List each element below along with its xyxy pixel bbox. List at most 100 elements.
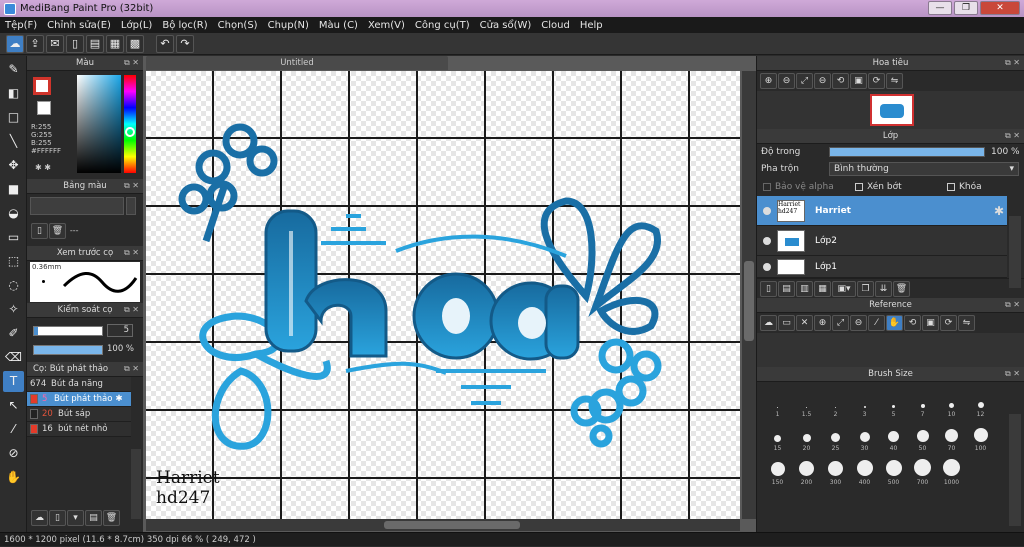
menu-window[interactable]: Cửa sổ(W) [475,20,537,31]
brush-size-cell[interactable]: 400 [850,454,879,486]
share-icon[interactable]: ⇪ [26,34,44,53]
rotate-right-icon[interactable]: ⟳ [940,315,957,331]
brush-size-cell[interactable]: 150 [763,454,792,486]
brush-size-cell[interactable]: 300 [821,454,850,486]
cloud-icon[interactable]: ☁ [6,34,24,53]
brush-item-selected[interactable]: 5 Bút phát thảo ✱ [27,392,131,407]
lasso-tool-icon[interactable]: ◌ [3,275,24,296]
new-1bit-layer-icon[interactable]: ▦ [814,281,831,297]
cloud-icon[interactable]: ☁ [760,315,777,331]
duplicate-layer-icon[interactable]: ❐ [857,281,874,297]
document-tab[interactable]: Untitled [146,56,448,70]
brush-size-cell[interactable]: 10 [937,386,966,418]
layer-item-lop2[interactable]: Lớp2 [757,226,1007,256]
navigator-preview[interactable] [757,91,1024,129]
brush-size-cell[interactable]: 3 [850,386,879,418]
brush-size-cell[interactable]: 1.5 [792,386,821,418]
menu-view[interactable]: Xem(V) [363,20,410,31]
bucket-tool-icon[interactable]: ◒ [3,203,24,224]
brush-list-scrollbar[interactable] [131,449,141,519]
menu-filter[interactable]: Bộ lọc(R) [157,20,212,31]
brush-size-cell[interactable]: 15 [763,420,792,452]
visibility-icon[interactable] [763,236,771,245]
flip-icon[interactable]: ⇋ [958,315,975,331]
minimize-button[interactable]: — [928,1,952,15]
brush-size-cell[interactable]: 20 [792,420,821,452]
brush-menu-icon[interactable]: ▾ [67,510,84,526]
zoom-out-icon[interactable]: ⊖ [850,315,867,331]
brush-size-slider[interactable] [33,326,103,336]
zoom-in-icon[interactable]: ⊕ [760,73,777,89]
eyedropper-icon[interactable]: ⁄ [868,315,885,331]
page-icon[interactable]: ▯ [66,34,84,53]
layer-item-harriet[interactable]: Harriet hd247 Harriet ✱ [757,196,1007,226]
background-color-swatch[interactable] [37,101,51,115]
hue-slider[interactable] [124,75,136,173]
delete-palette-icon[interactable]: 🗑 [49,223,66,239]
brush-size-value[interactable]: 5 [107,324,133,337]
brush-size-cell[interactable]: 40 [879,420,908,452]
panel-options-icon[interactable]: ⧉ ✕ [1005,58,1020,68]
brush-size-cell[interactable]: 200 [792,454,821,486]
layer-list-scrollbar[interactable] [1009,216,1021,288]
new-layer-icon[interactable]: ▯ [760,281,777,297]
rotate-right-icon[interactable]: ⟳ [868,73,885,89]
brush-size-cell[interactable]: 25 [821,420,850,452]
text-tool-icon[interactable]: T [3,371,24,392]
reference-view[interactable] [757,333,1024,367]
rotate-icon[interactable]: ⟲ [832,73,849,89]
fit-icon[interactable]: ⤢ [832,315,849,331]
canvas-vertical-scrollbar[interactable] [742,71,756,519]
actual-size-icon[interactable]: ▣ [922,315,939,331]
menu-color[interactable]: Màu (C) [314,20,363,31]
hue-handle[interactable] [125,127,135,137]
panel-options-icon[interactable]: ⧉ ✕ [1005,131,1020,141]
panel-options-icon[interactable]: ⧉ ✕ [124,305,139,315]
menu-select[interactable]: Chọn(S) [213,20,263,31]
visibility-icon[interactable] [763,206,771,215]
undo-icon[interactable]: ↶ [156,34,174,53]
cloud-brush-icon[interactable]: ☁ [31,510,48,526]
zoom-in-icon[interactable]: ⊕ [814,315,831,331]
gear-icon[interactable]: ✱ [115,394,122,404]
brush-tool-icon[interactable]: ✎ [3,59,24,80]
menu-cloud[interactable]: Cloud [536,20,575,31]
hand-icon[interactable]: ✋ [886,315,903,331]
layer-item-lop1[interactable]: Lớp1 [757,256,1007,278]
gear-icon[interactable]: ✱ [994,204,1004,218]
new-halftone-layer-icon[interactable]: ▤ [778,281,795,297]
eyedropper-tool-icon[interactable]: ⁄ [3,419,24,440]
move-tool-icon[interactable]: ✥ [3,155,24,176]
brush-size-scrollbar[interactable] [1009,414,1021,526]
clipping-checkbox[interactable] [855,183,863,191]
brush-size-cell[interactable]: 1000 [937,454,966,486]
brush-size-cell[interactable]: 100 [966,420,995,452]
panel-options-icon[interactable]: ⧉ ✕ [1005,369,1020,379]
fill-rect-tool-icon[interactable]: ■ [3,179,24,200]
actual-size-icon[interactable]: ▣ [850,73,867,89]
layer-opacity-slider[interactable] [829,147,985,157]
restore-button[interactable]: ❐ [954,1,978,15]
color-mode-icons[interactable]: ✱ ✱ [35,163,51,172]
select-rect-tool-icon[interactable]: ⬚ [3,251,24,272]
drawing-canvas[interactable]: Harriet hd247 [146,71,740,519]
redo-icon[interactable]: ↷ [176,34,194,53]
new-brush-icon[interactable]: ▯ [49,510,66,526]
layer-menu-icon[interactable]: ▣▾ [832,281,856,297]
brush-size-cell[interactable]: 500 [879,454,908,486]
foreground-color-swatch[interactable] [33,77,51,95]
panel-options-icon[interactable]: ⧉ ✕ [124,248,139,258]
brush-opacity-slider[interactable] [33,345,103,355]
menu-edit[interactable]: Chỉnh sửa(E) [42,20,116,31]
fit-icon[interactable]: ⤢ [796,73,813,89]
brush-item[interactable]: 16 bút nét nhỏ [27,422,131,437]
menu-snapshot[interactable]: Chụp(N) [263,20,314,31]
canvas-horizontal-scrollbar[interactable] [146,519,740,531]
zoom-out-alt-icon[interactable]: ⊖ [814,73,831,89]
zoom-out-icon[interactable]: ⊖ [778,73,795,89]
brush-size-cell[interactable]: 12 [966,386,995,418]
brush-size-cell[interactable]: 70 [937,420,966,452]
duplicate-brush-icon[interactable]: ▤ [85,510,102,526]
lock-checkbox[interactable] [947,183,955,191]
brush-size-cell[interactable]: 7 [908,386,937,418]
